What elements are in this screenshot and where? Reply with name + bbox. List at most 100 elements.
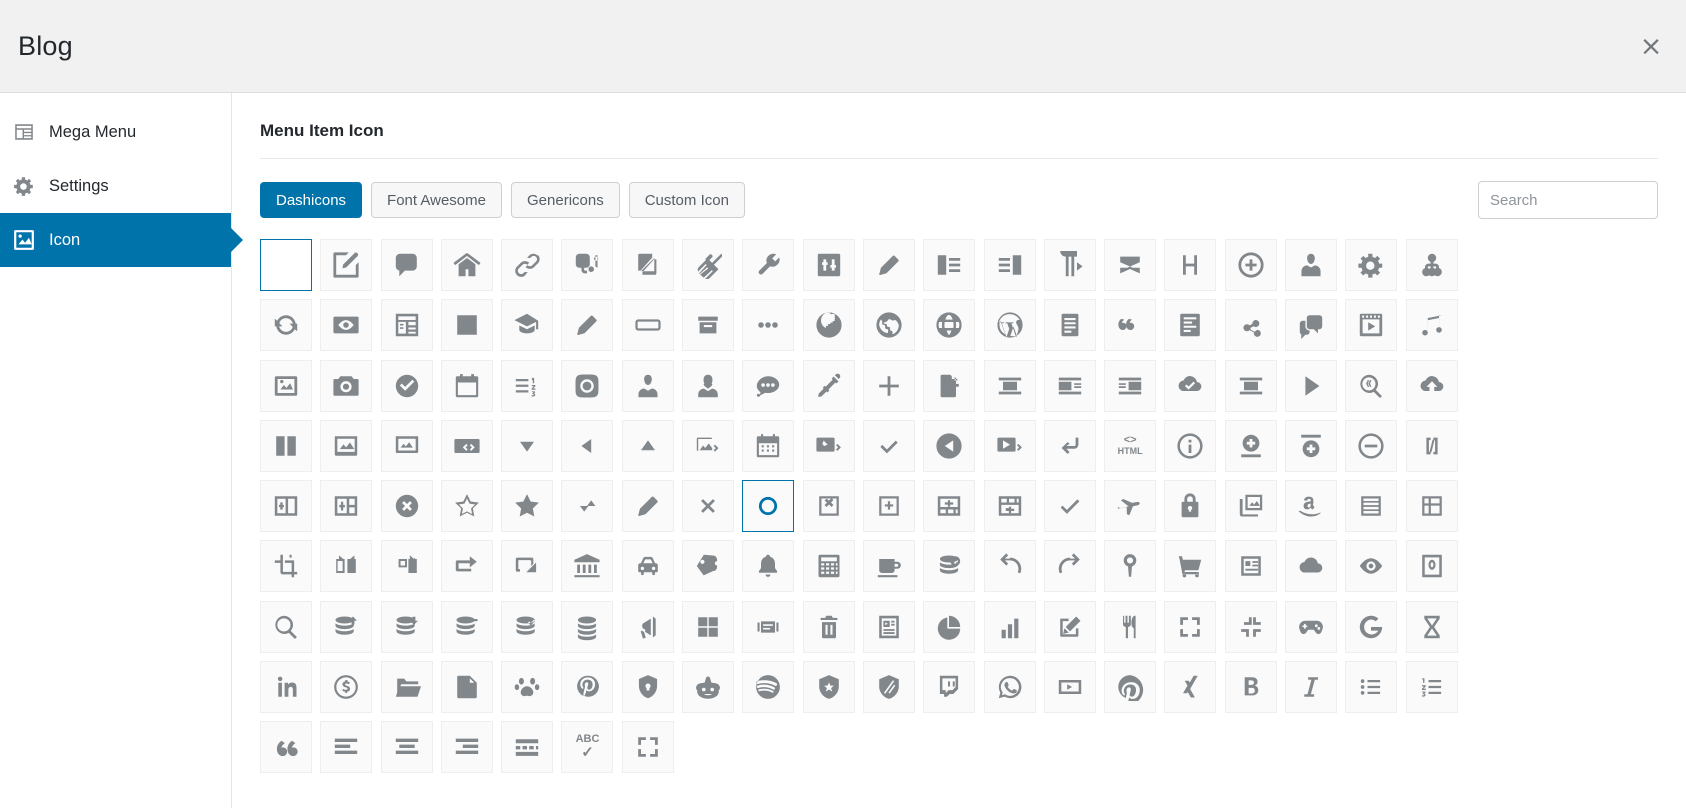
icon-cell-site-alt[interactable] [862,299,915,352]
icon-cell-dismiss[interactable] [380,480,433,533]
icon-cell-cloud-upload[interactable] [1405,359,1458,412]
icon-cell-editor-spellcheck[interactable]: ABC ✓ [561,721,614,774]
icon-cell-cloud[interactable] [1285,540,1338,593]
icon-cell-megaphone[interactable] [621,600,674,653]
icon-cell-camera[interactable] [320,359,373,412]
icon-cell-chart-bar[interactable] [983,600,1036,653]
icon-cell-update[interactable] [260,299,312,352]
icon-cell-database-view[interactable] [501,600,554,653]
icon-cell-hourglass[interactable] [1405,600,1458,653]
icon-cell-align-pull-left[interactable] [1043,359,1096,412]
icon-cell-search-code[interactable] [1345,359,1398,412]
icon-cell-bell[interactable] [742,540,795,593]
icon-cell-format-quote[interactable] [1104,299,1157,352]
icon-cell-calculator[interactable] [802,540,855,593]
icon-cell-media-document[interactable] [923,359,976,412]
icon-cell-superhero[interactable] [802,661,855,714]
icon-cell-lock[interactable] [1164,480,1217,533]
icon-cell-plus[interactable] [862,359,915,412]
icon-cell-car[interactable] [621,540,674,593]
icon-cell-pets[interactable] [501,661,554,714]
icon-cell-redo[interactable] [1043,540,1096,593]
icon-cell-admin-generic[interactable] [1345,239,1398,291]
icon-cell-table-col-after[interactable] [260,480,312,533]
icon-cell-database[interactable] [561,600,614,653]
icon-cell-arrow-up[interactable] [621,419,674,472]
icon-cell-format-status[interactable] [742,359,795,412]
icon-cell-archive[interactable] [682,299,735,352]
icon-cell-search[interactable] [260,600,312,653]
sidebar-item-settings[interactable]: Settings [0,159,231,213]
icon-cell-admin-comments[interactable] [380,239,433,291]
icon-cell-admin-links[interactable] [501,239,554,291]
icon-cell-visibility[interactable] [320,299,373,352]
icon-cell-table-row-after[interactable] [923,480,976,533]
icon-cell-site-default[interactable] [923,299,976,352]
icon-cell-table-row-before[interactable] [983,480,1036,533]
icon-cell-google[interactable] [1345,600,1398,653]
icon-cell-pinterest[interactable] [561,661,614,714]
icon-cell-color-picker[interactable] [802,359,855,412]
icon-cell-saved[interactable] [1043,480,1096,533]
icon-cell-editor-code-duplicate[interactable] [1104,239,1157,291]
icon-cell-image-flip-horizontal[interactable] [320,540,373,593]
icon-cell-privacy[interactable] [621,661,674,714]
icon-cell-site-americas[interactable] [802,299,855,352]
icon-cell-align-left[interactable] [923,239,976,291]
icon-cell-tickets-alt[interactable] [682,540,735,593]
icon-cell-none[interactable] [260,239,312,291]
tab-custom-icon[interactable]: Custom Icon [628,182,745,218]
icon-cell-calendar-alt[interactable] [440,359,493,412]
icon-cell-bank[interactable] [561,540,614,593]
icon-cell-embed-post[interactable] [802,419,855,472]
icon-cell-admin-multisite[interactable] [621,239,674,291]
icon-cell-database-remove[interactable] [440,600,493,653]
icon-cell-table-row-delete[interactable] [802,480,855,533]
icon-cell-menu-alt[interactable] [1345,480,1398,533]
icon-cell-grid-view[interactable] [682,600,735,653]
icon-cell-cart[interactable] [1164,540,1217,593]
icon-cell-yes-alt[interactable] [380,359,433,412]
icon-cell-admin-post[interactable] [862,239,915,291]
icon-cell-superhero-alt[interactable] [862,661,915,714]
icon-cell-editor-paragraph[interactable] [1043,239,1096,291]
icon-cell-welcome-write-blog[interactable] [561,299,614,352]
close-icon[interactable]: × [1634,29,1668,63]
icon-cell-cloud-saved[interactable] [1164,359,1217,412]
icon-cell-pdf[interactable] [440,661,493,714]
icon-cell-insert-after[interactable] [1224,419,1277,472]
icon-cell-ellipsis[interactable] [742,299,795,352]
icon-cell-arrow-down[interactable] [501,419,554,472]
icon-cell-star-filled[interactable] [501,480,554,533]
icon-cell-id[interactable] [1224,540,1277,593]
icon-cell-reddit[interactable] [682,661,735,714]
icon-cell-align-none[interactable] [1224,359,1277,412]
icon-cell-undo[interactable] [983,540,1036,593]
icon-cell-arrow-left[interactable] [561,419,614,472]
icon-cell-align-pull-right[interactable] [1104,359,1157,412]
icon-cell-editor-ol-rtl[interactable] [501,359,554,412]
icon-cell-calendar[interactable] [742,419,795,472]
icon-cell-editor-bold[interactable] [1224,661,1277,714]
icon-cell-whatsapp[interactable] [983,661,1036,714]
icon-cell-embed-photo[interactable] [682,419,735,472]
icon-cell-editor-insertmore[interactable] [501,721,554,774]
icon-cell-admin-home[interactable] [440,239,493,291]
tab-font-awesome[interactable]: Font Awesome [371,182,502,218]
icon-cell-format-image[interactable] [260,359,312,412]
icon-cell-sort[interactable] [561,480,614,533]
icon-cell-no-alt[interactable] [682,480,735,533]
icon-cell-image-filter[interactable] [501,540,554,593]
icon-cell-location[interactable] [1104,540,1157,593]
icon-cell-wordpress[interactable] [983,299,1036,352]
icon-cell-podio[interactable] [1104,661,1157,714]
icon-cell-dashboard[interactable] [380,299,433,352]
icon-cell-trash[interactable] [802,600,855,653]
icon-cell-networking[interactable] [1224,299,1277,352]
icon-cell-html[interactable]: <> HTML [1104,419,1157,472]
icon-cell-editor-aligncenter[interactable] [380,721,433,774]
sidebar-item-icon[interactable]: Icon [0,213,231,267]
icon-cell-admin-customizer[interactable] [320,239,373,291]
icon-cell-book-alt[interactable] [1405,540,1458,593]
icon-cell-editor-quote[interactable] [260,721,312,774]
